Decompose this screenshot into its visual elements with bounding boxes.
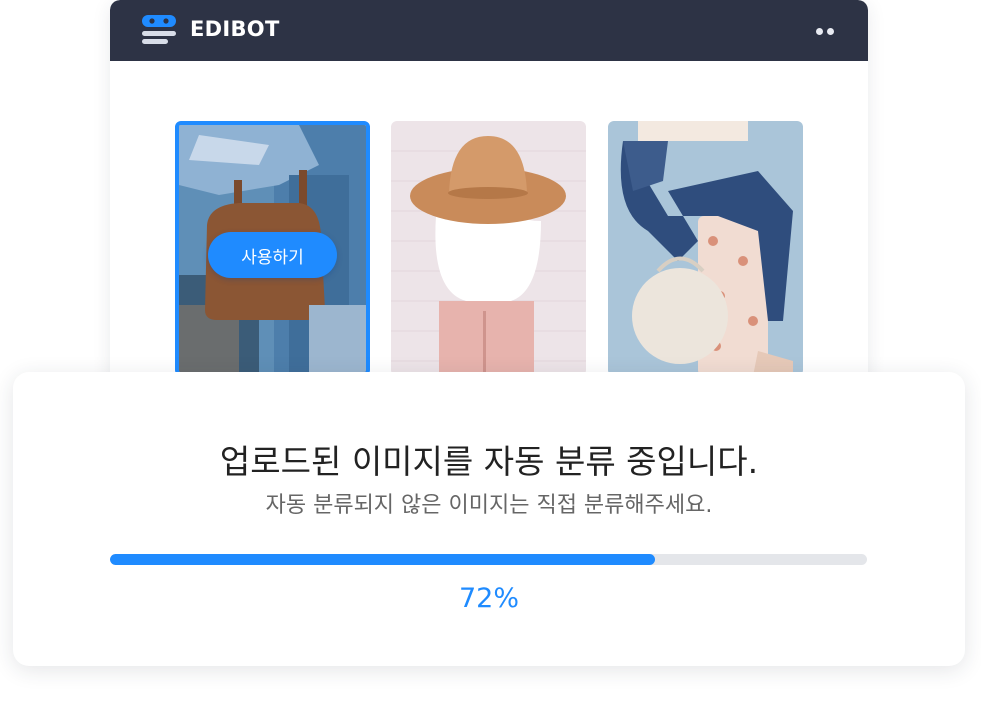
- robot-logo-icon: [142, 15, 176, 44]
- progress-percent: 72%: [458, 583, 519, 614]
- app-title: EDIBOT: [190, 17, 280, 41]
- menu-dot: [816, 27, 823, 35]
- image-card-round-bag[interactable]: [608, 121, 803, 376]
- sun-hat-photo: [391, 121, 586, 376]
- more-dots-icon[interactable]: [810, 25, 840, 37]
- progress-subtitle: 자동 분류되지 않은 이미지는 직접 분류해주세요.: [265, 493, 713, 518]
- menu-dot: [827, 27, 834, 35]
- progress-panel: 업로드된 이미지를 자동 분류 중입니다. 자동 분류되지 않은 이미지는 직접…: [13, 372, 965, 666]
- image-card-sun-hat[interactable]: [391, 121, 586, 376]
- app-header: EDIBOT: [110, 0, 868, 61]
- progress-fill: [110, 554, 656, 565]
- app-window: EDIBOT 사용하기: [110, 0, 868, 400]
- progress-track: [110, 554, 867, 565]
- round-bag-photo: [608, 121, 803, 376]
- use-button[interactable]: 사용하기: [208, 232, 337, 278]
- progress-title: 업로드된 이미지를 자동 분류 중입니다.: [219, 442, 759, 481]
- image-card-handbag[interactable]: 사용하기: [175, 121, 370, 376]
